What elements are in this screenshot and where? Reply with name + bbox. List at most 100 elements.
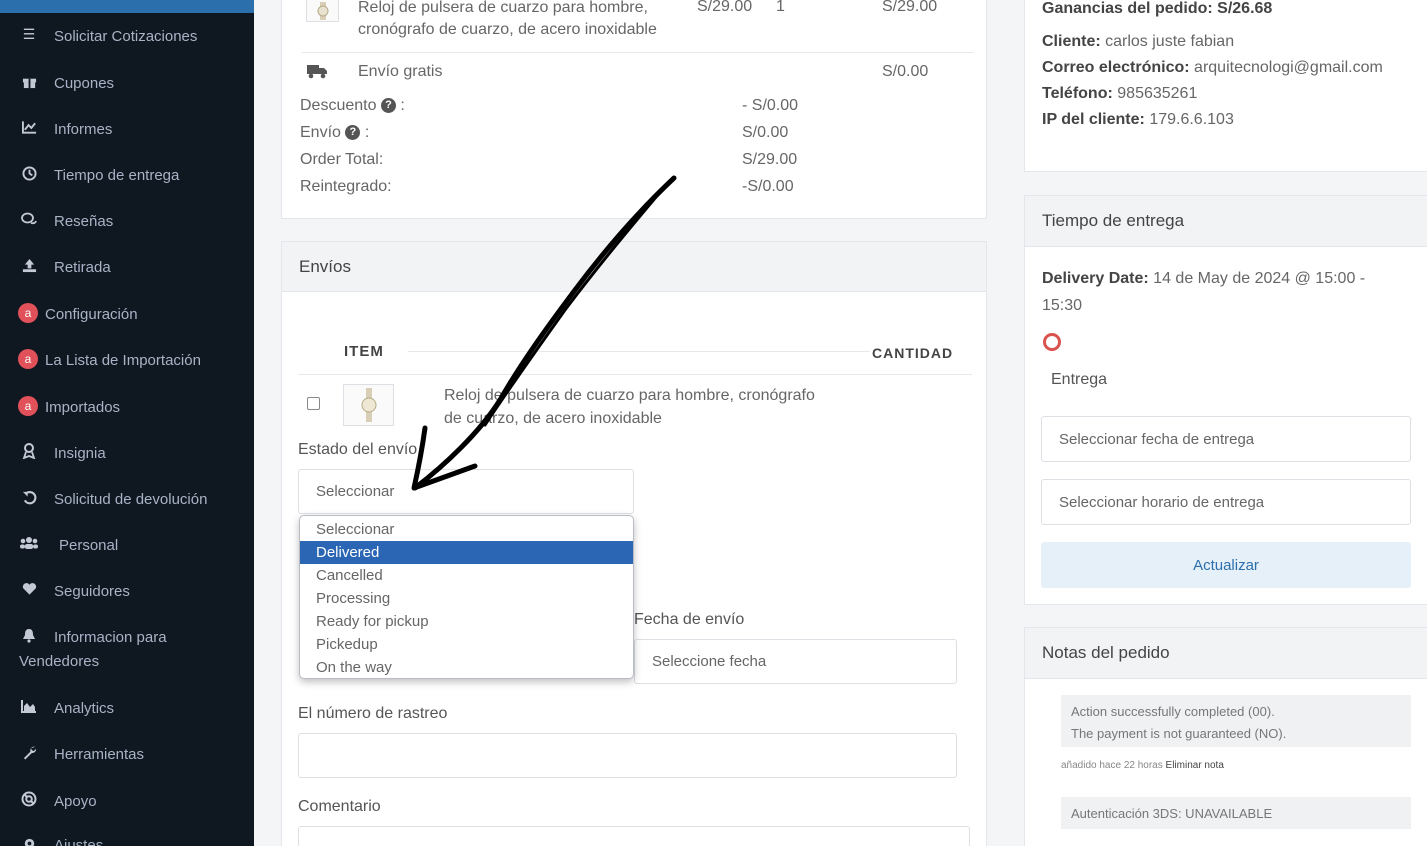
sidebar-item-label: La Lista de Importación — [45, 352, 201, 369]
note-time: añadido hace 22 horas — [1061, 760, 1163, 771]
sidebar-item-label: Tiempo de entrega — [54, 167, 180, 184]
delivery-date-input[interactable]: Seleccionar fecha de entrega — [1041, 416, 1411, 462]
help-icon[interactable]: ? — [380, 98, 396, 114]
item-checkbox[interactable] — [307, 397, 320, 410]
notes-title: Notas del pedido — [1042, 643, 1170, 662]
heart-icon — [18, 580, 40, 598]
sidebar-item-retirada[interactable]: Retirada — [18, 256, 248, 280]
status-option-ready-for-pickup[interactable]: Ready for pickup — [300, 610, 633, 633]
ip-value: 179.6.6.103 — [1149, 111, 1234, 128]
status-option-on-the-way[interactable]: On the way — [300, 656, 633, 678]
order-product-name: Reloj de pulsera de cuarzo para hombre, … — [358, 0, 657, 41]
comment-textarea[interactable] — [298, 826, 970, 846]
sidebar-item-informacion-vendedores[interactable]: Informacion para Vendedores — [18, 626, 248, 674]
phone-label: Teléfono: — [1042, 85, 1113, 102]
note-line1: Action successfully completed (00). — [1071, 704, 1275, 719]
order-qty: 1 — [776, 0, 785, 15]
a-badge-icon: a — [18, 396, 38, 416]
date-label: Fecha de envío — [634, 611, 745, 628]
ip-row: IP del cliente: 179.6.6.103 — [1042, 111, 1234, 129]
delivery-time-input[interactable]: Seleccionar horario de entrega — [1041, 479, 1411, 525]
delivery-date-label: Delivery Date: — [1042, 270, 1149, 287]
notes-panel-header: Notas del pedido — [1025, 628, 1427, 679]
delivery-date-placeholder: Seleccionar fecha de entrega — [1059, 430, 1255, 448]
status-option-delivered[interactable]: Delivered — [300, 541, 633, 564]
sidebar-item-importados[interactable]: a Importados — [18, 396, 248, 420]
phone-row: Teléfono: 985635261 — [1042, 85, 1197, 103]
order-unit-price: S/29.00 — [697, 0, 753, 15]
discount-label: Descuento ? : — [300, 97, 405, 115]
email-row: Correo electrónico: arquitecnologi@gmail… — [1042, 59, 1383, 77]
order-note: Autenticación 3DS: UNAVAILABLE — [1061, 797, 1411, 829]
sidebar-item-lista-importacion[interactable]: a La Lista de Importación — [18, 349, 248, 373]
delete-note-link[interactable]: Eliminar nota — [1166, 760, 1224, 771]
sidebar-item-insignia[interactable]: Insignia — [18, 442, 248, 466]
annotation-arrow — [411, 175, 677, 491]
comments-icon — [18, 210, 40, 228]
sidebar-item-label-line2: Vendedores — [19, 653, 100, 670]
sidebar-item-solicitud-devolucion[interactable]: Solicitud de devolución — [18, 488, 248, 512]
shipping-value: S/0.00 — [882, 63, 929, 80]
support-icon — [18, 790, 40, 808]
envios-title: Envíos — [299, 256, 351, 276]
status-select-value: Seleccionar — [316, 483, 395, 500]
shipping-label: Envío gratis — [358, 63, 443, 80]
sidebar-item-resenas[interactable]: Reseñas — [18, 210, 248, 234]
sidebar-item-analytics[interactable]: Analytics — [18, 697, 248, 721]
note-line1: Autenticación 3DS: UNAVAILABLE — [1071, 806, 1273, 821]
product-thumbnail — [343, 384, 394, 426]
sidebar-item-seguidores[interactable]: Seguidores — [18, 580, 248, 604]
comment-label: Comentario — [298, 798, 381, 815]
delivery-date-value: 14 de May de 2024 @ 15:00 - — [1153, 270, 1366, 287]
list-icon: ☰ — [22, 25, 36, 42]
status-option-pickedup[interactable]: Pickedup — [300, 633, 633, 656]
award-icon — [18, 442, 40, 460]
sidebar-item-ajustes[interactable]: Ajustes — [18, 834, 248, 846]
sidebar-item-apoyo[interactable]: Apoyo — [18, 790, 248, 814]
order-product-line1: Reloj de pulsera de cuarzo para hombre, — [358, 0, 648, 16]
update-button[interactable]: Actualizar — [1041, 542, 1411, 588]
users-icon — [18, 534, 40, 552]
total-label: Order Total: — [300, 151, 384, 168]
sidebar-item-informes[interactable]: Informes — [18, 118, 248, 142]
status-option-cancelled[interactable]: Cancelled — [300, 564, 633, 587]
delivery-time-placeholder: Seleccionar horario de entrega — [1059, 493, 1265, 511]
gear-icon — [18, 834, 40, 846]
sidebar-item-cupones[interactable]: Cupones — [18, 72, 248, 96]
delivery-panel-header: Tiempo de entrega — [1025, 196, 1427, 247]
phone-value: 985635261 — [1117, 85, 1198, 102]
a-badge-icon: a — [18, 349, 38, 369]
ship-date-input[interactable]: Seleccione fecha — [634, 639, 957, 684]
sidebar-item-label: Analytics — [54, 700, 115, 717]
delivery-option-label: Entrega — [1051, 371, 1108, 388]
sidebar-item-configuracion[interactable]: a Configuración — [18, 303, 248, 327]
tracking-label: El número de rastreo — [298, 705, 448, 722]
email-value: arquitecnologi@gmail.com — [1194, 59, 1383, 76]
chart-icon — [18, 118, 40, 136]
sidebar-item-label: Personal — [59, 537, 119, 554]
divider — [302, 52, 974, 53]
refund-label: Reintegrado: — [300, 178, 392, 195]
sidebar-item-herramientas[interactable]: Herramientas — [18, 743, 248, 767]
help-icon[interactable]: ? — [345, 125, 361, 141]
area-chart-icon — [18, 697, 40, 715]
sidebar-item-tiempo-de-entrega[interactable]: Tiempo de entrega — [18, 164, 248, 188]
sidebar-item-label: Herramientas — [54, 746, 145, 763]
col-header-item: ITEM — [344, 343, 384, 360]
sidebar-item-label: Seguidores — [54, 583, 130, 600]
sidebar-item-label: Importados — [45, 399, 121, 416]
sidebar-item-solicitar-cotizaciones[interactable]: ☰ Solicitar Cotizaciones — [18, 25, 248, 49]
order-note: Action successfully completed (00). The … — [1061, 695, 1411, 747]
upload-icon — [18, 256, 40, 274]
envio-label-text: Envío — [300, 124, 341, 141]
clock-icon — [18, 164, 40, 182]
sidebar-item-label: Ajustes — [54, 837, 104, 846]
tracking-input[interactable] — [298, 733, 957, 778]
client-row: Cliente: carlos juste fabian — [1042, 33, 1234, 51]
sidebar-item-personal[interactable]: Personal — [18, 534, 248, 558]
status-option-processing[interactable]: Processing — [300, 587, 633, 610]
a-badge-icon: a — [18, 303, 38, 323]
delivery-radio[interactable] — [1043, 333, 1061, 351]
status-option-seleccionar[interactable]: Seleccionar — [300, 518, 633, 541]
discount-colon: : — [400, 97, 405, 114]
